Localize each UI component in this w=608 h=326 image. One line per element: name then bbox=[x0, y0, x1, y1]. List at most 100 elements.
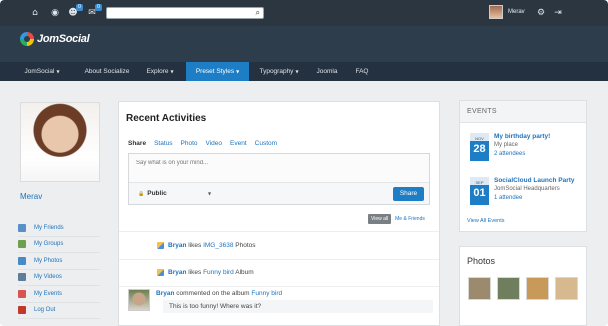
status-input[interactable] bbox=[136, 160, 416, 178]
menu-label: My Groups bbox=[34, 241, 64, 248]
site-logo[interactable]: JomSocial bbox=[20, 32, 90, 46]
photos-panel: Photos bbox=[459, 246, 587, 326]
menu-item-my-videos[interactable]: My Videos bbox=[18, 270, 100, 286]
search-input[interactable] bbox=[107, 8, 247, 18]
search-box: ⌕ bbox=[106, 7, 264, 19]
logo-text: JomSocial bbox=[37, 33, 90, 45]
nav-item-typography[interactable]: Typography ▼ bbox=[252, 62, 306, 81]
photo-thumb[interactable] bbox=[526, 277, 549, 300]
object-link[interactable]: Funny bird bbox=[251, 290, 282, 297]
chevron-down-icon: ▼ bbox=[236, 69, 240, 74]
friend-requests-badge: 0 bbox=[76, 4, 83, 11]
nav-label: Explore bbox=[146, 68, 169, 75]
nav-item-jomsocial[interactable]: JomSocial ▼ bbox=[17, 62, 67, 81]
activity-text: Bryan likes Funny bird Album bbox=[168, 269, 254, 276]
app-window: ⌂ ◉ ☻ 0 ✉ 0 ⌕ Merav ⚙ ⇥ JomSocial JomSoc… bbox=[0, 0, 608, 326]
logout-icon[interactable]: ⇥ bbox=[552, 7, 564, 19]
event-date: NOV 28 bbox=[470, 133, 489, 161]
actor-link[interactable]: Bryan bbox=[156, 290, 174, 297]
photo-thumbnails bbox=[468, 277, 578, 300]
logout-icon bbox=[18, 306, 26, 315]
messages-badge: 0 bbox=[95, 4, 102, 11]
menu-item-my-groups[interactable]: My Groups bbox=[18, 237, 100, 253]
activity-suffix: Photos bbox=[235, 242, 256, 249]
menu-label: My Events bbox=[34, 290, 63, 297]
videos-icon bbox=[18, 273, 26, 282]
photo-thumb[interactable] bbox=[468, 277, 491, 300]
activity-title: Recent Activities bbox=[126, 113, 207, 124]
object-link[interactable]: IMG_3638 bbox=[203, 242, 233, 249]
profile-photo[interactable] bbox=[20, 102, 100, 182]
tab-custom[interactable]: Custom bbox=[255, 140, 277, 147]
user-avatar[interactable] bbox=[489, 5, 503, 19]
photo-thumb[interactable] bbox=[497, 277, 520, 300]
tab-share[interactable]: Share bbox=[128, 140, 146, 147]
activity-verb: likes bbox=[188, 242, 202, 249]
nav-label: Joomla bbox=[316, 68, 338, 75]
chevron-down-icon[interactable]: ▼ bbox=[208, 191, 211, 196]
photo-like-icon bbox=[157, 242, 164, 249]
nav-item-joomla[interactable]: Joomla bbox=[311, 62, 343, 81]
events-header: EVENTS bbox=[460, 101, 586, 123]
event-month: SEP bbox=[470, 177, 489, 185]
photo-thumb[interactable] bbox=[555, 277, 578, 300]
activity-panel: Recent Activities Share Status Photo Vid… bbox=[118, 101, 440, 326]
nav-item-about[interactable]: About Socialize bbox=[75, 62, 139, 81]
privacy-label: Public bbox=[147, 190, 167, 197]
menu-item-my-friends[interactable]: My Friends bbox=[18, 220, 100, 237]
tab-status[interactable]: Status bbox=[154, 140, 172, 147]
event-day: 28 bbox=[473, 143, 486, 155]
tab-photo[interactable]: Photo bbox=[181, 140, 198, 147]
nav-label: JomSocial bbox=[24, 68, 55, 75]
search-icon[interactable]: ⌕ bbox=[256, 8, 260, 18]
home-icon[interactable]: ⌂ bbox=[29, 7, 41, 19]
menu-label: My Friends bbox=[34, 224, 64, 231]
globe-icon[interactable]: ◉ bbox=[49, 7, 61, 19]
logo-mark-icon bbox=[20, 32, 34, 46]
tab-video[interactable]: Video bbox=[206, 140, 223, 147]
event-attendees[interactable]: 2 attendees bbox=[494, 151, 525, 157]
object-link[interactable]: Funny bird bbox=[203, 269, 234, 276]
view-all-events-link[interactable]: View All Events bbox=[467, 218, 505, 224]
nav-label: Preset Styles bbox=[195, 68, 235, 75]
actor-link[interactable]: Bryan bbox=[168, 269, 186, 276]
nav-label: FAQ bbox=[355, 68, 369, 75]
event-title[interactable]: My birthday party! bbox=[494, 133, 550, 140]
events-icon bbox=[18, 289, 26, 298]
profile-name[interactable]: Merav bbox=[20, 192, 42, 201]
chevron-down-icon: ▼ bbox=[295, 69, 299, 74]
menu-item-my-events[interactable]: My Events bbox=[18, 286, 100, 303]
nav-item-preset-styles[interactable]: Preset Styles ▼ bbox=[186, 62, 249, 81]
chevron-down-icon: ▼ bbox=[170, 69, 174, 74]
menu-item-my-photos[interactable]: My Photos bbox=[18, 253, 100, 270]
event-location: My place bbox=[494, 142, 519, 148]
nav-item-explore[interactable]: Explore ▼ bbox=[140, 62, 180, 81]
comment-verb: commented on the album bbox=[176, 290, 250, 297]
groups-icon bbox=[18, 240, 26, 249]
user-name[interactable]: Merav bbox=[508, 9, 525, 15]
nav-item-faq[interactable]: FAQ bbox=[348, 62, 376, 81]
event-attendees[interactable]: 1 attendee bbox=[494, 195, 522, 201]
composer-bar: 🔒 Public ▼ Share bbox=[129, 182, 429, 204]
share-button[interactable]: Share bbox=[393, 187, 424, 201]
menu-label: My Videos bbox=[34, 274, 62, 281]
filter-view-all[interactable]: View all bbox=[368, 214, 392, 224]
nav-label: About Socialize bbox=[84, 68, 130, 75]
activity-verb: likes bbox=[188, 269, 202, 276]
event-title[interactable]: SocialCloud Launch Party bbox=[494, 177, 575, 184]
events-panel: EVENTS NOV 28 My birthday party! My plac… bbox=[459, 100, 587, 232]
friends-icon bbox=[18, 223, 26, 232]
profile-menu: My Friends My Groups My Photos My Videos… bbox=[18, 220, 100, 319]
photos-title: Photos bbox=[467, 256, 496, 266]
menu-item-log-out[interactable]: Log Out bbox=[18, 303, 100, 319]
avatar[interactable] bbox=[128, 289, 150, 311]
activity-text: Bryan likes IMG_3638 Photos bbox=[168, 242, 256, 249]
filter-me-friends[interactable]: Me & Friends bbox=[395, 216, 425, 222]
activity-item: Bryan likes Funny bird Album bbox=[119, 259, 439, 286]
actor-link[interactable]: Bryan bbox=[168, 242, 186, 249]
privacy-selector[interactable]: 🔒 Public bbox=[138, 190, 167, 197]
tab-event[interactable]: Event bbox=[230, 140, 247, 147]
gear-icon[interactable]: ⚙ bbox=[535, 7, 547, 19]
event-day: 01 bbox=[473, 187, 486, 199]
status-composer: 🔒Public ▼ Share bbox=[128, 153, 430, 205]
